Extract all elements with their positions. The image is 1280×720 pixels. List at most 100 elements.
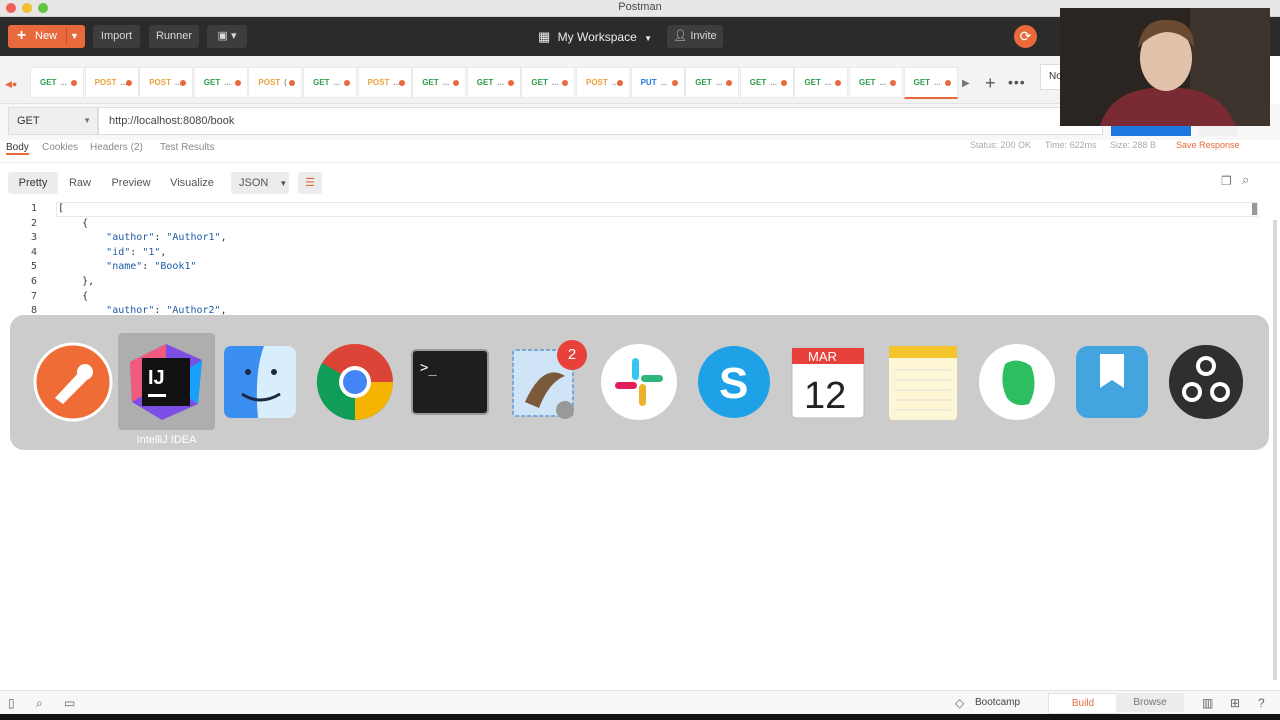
format-select[interactable]: JSON ▼ [231, 172, 289, 194]
new-window-button[interactable]: ▣ ▾ [207, 25, 247, 48]
finder-app-icon[interactable] [220, 342, 300, 422]
tab-name: ... [333, 78, 341, 87]
line-number: 3 [30, 232, 37, 244]
help-icon[interactable]: ? [1258, 696, 1265, 710]
tab-label: POST... [95, 68, 127, 97]
tab-method: POST [94, 78, 117, 87]
console-icon[interactable]: ▭ [64, 696, 75, 710]
bootcamp-link[interactable]: Bootcamp [975, 697, 1020, 708]
cart-icon[interactable]: ⊞ [1230, 696, 1240, 710]
workspace-selector[interactable]: ▦ My Workspace ▼ [538, 25, 652, 48]
method-select[interactable]: GET ▼ [8, 107, 98, 135]
bootcamp-icon: ◇ [955, 696, 965, 710]
tab-method: GET [859, 78, 876, 87]
code-line: "id": "1", [58, 247, 166, 258]
tab-name: ... [551, 78, 559, 87]
tab-name: ... [824, 78, 832, 87]
view-raw-button[interactable]: Raw [62, 172, 98, 194]
more-icon[interactable]: ••• [1008, 74, 1026, 90]
request-tab[interactable]: GET... [193, 67, 248, 98]
calendar-app-icon[interactable]: MAR 12 [788, 342, 868, 422]
code-line: }, [58, 276, 95, 287]
vertical-scrollbar[interactable] [1273, 220, 1277, 680]
response-body-code[interactable]: 1 [2 {3 "author": "Author1", 4 "id": "1", 5… [0, 201, 1280, 316]
unsaved-dot-icon [344, 80, 350, 86]
request-tab[interactable]: GET... [739, 67, 794, 98]
tab-name: ... [934, 78, 941, 87]
browse-mode-button[interactable]: Browse [1116, 693, 1184, 712]
request-tab[interactable]: GET... [903, 67, 958, 99]
chrome-app-icon[interactable] [315, 342, 395, 422]
request-tab[interactable]: GET... [466, 67, 521, 98]
request-tab[interactable]: GET... [303, 67, 357, 98]
save-response-link[interactable]: Save Response [1176, 140, 1240, 150]
request-tab[interactable]: POST( [248, 67, 303, 98]
chevron-down-icon: ▼ [644, 34, 653, 43]
add-tab-icon[interactable]: + [985, 73, 996, 94]
two-pane-icon[interactable]: ▥ [1202, 696, 1213, 710]
view-preview-button[interactable]: Preview [106, 172, 156, 194]
unsaved-dot-icon [671, 80, 678, 86]
request-tab[interactable]: PUT... [630, 67, 685, 98]
request-tab[interactable]: GET... [685, 67, 740, 98]
tab-test-results[interactable]: Test Results [160, 142, 214, 153]
skype-app-icon[interactable]: S [694, 342, 774, 422]
tab-body[interactable]: Body [6, 142, 29, 155]
tab-method: GET [203, 78, 221, 87]
terminal-app-icon[interactable]: >_ [410, 342, 490, 422]
json-value: "Author1" [166, 232, 221, 244]
tab-label: GET... [804, 68, 831, 97]
build-mode-button[interactable]: Build [1048, 693, 1118, 714]
line-number: 7 [30, 290, 37, 302]
request-tab[interactable]: GET... [794, 67, 849, 98]
request-tab[interactable]: GET... [849, 67, 903, 98]
import-button[interactable]: Import [93, 25, 140, 48]
view-pretty-button[interactable]: Pretty [8, 172, 58, 194]
wrap-lines-icon[interactable]: ☰ [298, 172, 322, 194]
unsaved-dot-icon [617, 80, 623, 86]
view-visualize-button[interactable]: Visualize [164, 172, 220, 194]
evernote-app-icon[interactable] [977, 342, 1057, 422]
status-text: Status: 200 OK [970, 140, 1032, 150]
request-tab[interactable]: POST... [576, 67, 630, 98]
tab-cookies[interactable]: Cookies [42, 142, 78, 153]
tab-scroll-left-icon[interactable]: ◀● [5, 79, 17, 90]
request-tab[interactable]: GET... [521, 67, 576, 98]
day-one-app-icon[interactable] [1072, 342, 1152, 422]
tab-scroll-right-icon[interactable]: ▶ [962, 78, 970, 89]
sync-icon[interactable]: ⟳ [1014, 25, 1037, 48]
unsaved-dot-icon [944, 80, 951, 86]
intellij-idea-app-icon[interactable]: IJ [126, 342, 206, 422]
tab-headers[interactable]: Headers (2) [90, 142, 143, 153]
search-icon[interactable]: ⌕ [1242, 172, 1249, 188]
chevron-down-icon[interactable]: ▼ [70, 25, 79, 48]
tab-method: POST [586, 78, 608, 87]
tab-name: ( [284, 78, 287, 87]
request-tab[interactable]: POST... [139, 67, 194, 98]
url-input[interactable]: http://localhost:8080/book [98, 107, 1103, 135]
request-tab[interactable]: POST... [84, 67, 139, 98]
invite-button[interactable]: 👤︎ Invite [667, 25, 723, 48]
tab-name: ... [224, 78, 231, 87]
mail-app-icon[interactable]: 2 [505, 340, 587, 422]
postman-app-icon[interactable] [33, 342, 113, 422]
request-tab[interactable]: POST... [357, 67, 412, 98]
new-window-icon: ▣ ▾ [217, 30, 237, 42]
new-button[interactable]: + New ▼ [8, 25, 85, 48]
unsaved-dot-icon [180, 80, 187, 86]
sidebar-toggle-icon[interactable]: ▯ [8, 696, 15, 710]
copy-icon[interactable]: ❐ [1221, 174, 1232, 188]
request-tab[interactable]: GET... [412, 67, 467, 98]
slack-app-icon[interactable] [599, 342, 679, 422]
tab-method: GET [476, 78, 494, 87]
request-tab[interactable]: GET... [30, 67, 84, 98]
find-icon[interactable]: ⌕ [36, 696, 43, 711]
obs-app-icon[interactable] [1166, 342, 1246, 422]
json-value: "1" [142, 246, 161, 258]
tab-method: GET [531, 78, 548, 87]
notes-app-icon[interactable] [883, 342, 963, 422]
runner-button[interactable]: Runner [149, 25, 199, 48]
tab-label: GET... [422, 68, 449, 97]
time-text: Time: 622ms [1045, 140, 1097, 150]
colon: : [130, 246, 143, 258]
